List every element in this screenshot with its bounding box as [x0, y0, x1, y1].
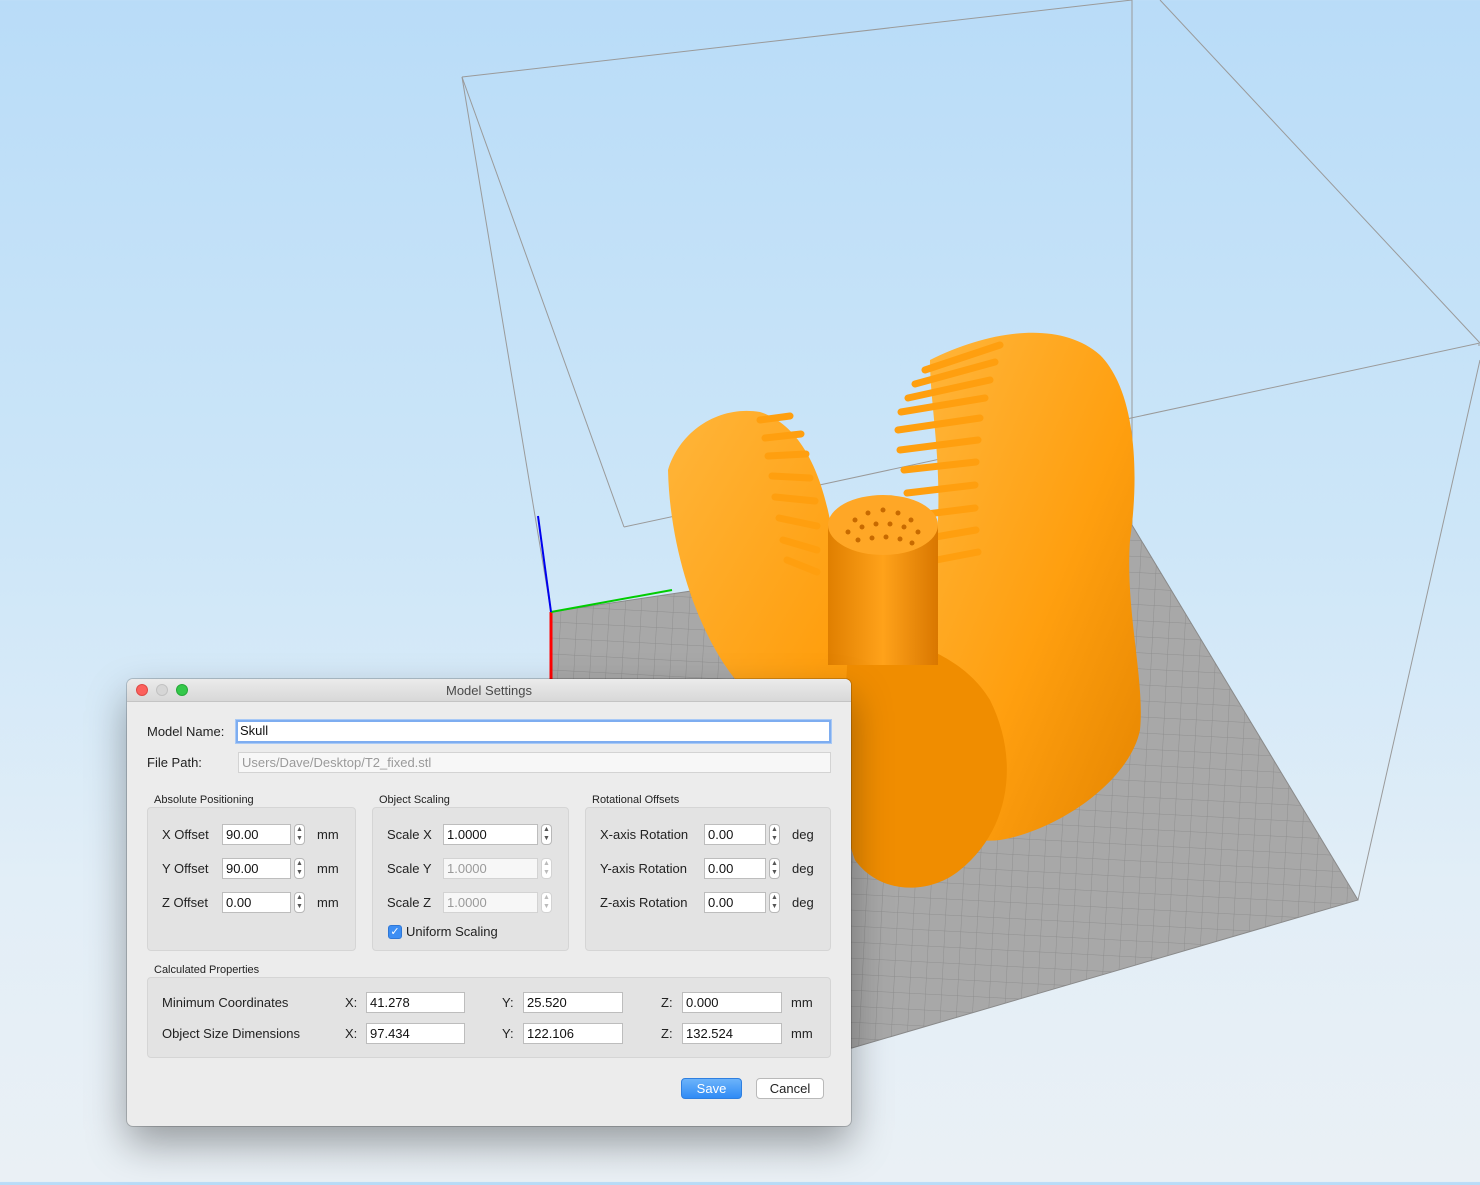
file-path-label: File Path: [147, 755, 202, 770]
calculated-properties-group: Minimum Coordinates X: 41.278 Y: 25.520 … [147, 977, 831, 1058]
x-rotation-input[interactable]: 0.00 [704, 824, 766, 845]
min-x-field: 41.278 [366, 992, 465, 1013]
scale-x-label: Scale X [387, 827, 432, 842]
y-offset-stepper[interactable]: ▲ ▼ [294, 858, 305, 879]
cancel-button[interactable]: Cancel [756, 1078, 824, 1099]
scale-z-label: Scale Z [387, 895, 432, 910]
scale-z-input: 1.0000 [443, 892, 538, 913]
x-offset-stepper[interactable]: ▲ ▼ [294, 824, 305, 845]
size-x-field: 97.434 [366, 1023, 465, 1044]
y-offset-unit: mm [317, 861, 339, 876]
calculated-properties-heading: Calculated Properties [154, 964, 260, 976]
rotational-offsets-heading: Rotational Offsets [592, 794, 680, 806]
scale-y-stepper: ▲ ▼ [541, 858, 552, 879]
rotational-offsets-group: X-axis Rotation 0.00 ▲ ▼ deg Y-axis Rotat… [585, 807, 831, 951]
min-coordinates-label: Minimum Coordinates [162, 995, 289, 1010]
object-scaling-group: Scale X 1.0000 ▲ ▼ Scale Y 1.0000 ▲ ▼ Scal… [372, 807, 569, 951]
uniform-scaling-label[interactable]: Uniform Scaling [406, 924, 498, 939]
min-z-label: Z: [661, 995, 673, 1010]
x-offset-unit: mm [317, 827, 339, 842]
size-y-field: 122.106 [523, 1023, 623, 1044]
model-name-input[interactable]: Skull [236, 720, 831, 743]
x-offset-label: X Offset [162, 827, 209, 842]
size-dimensions-label: Object Size Dimensions [162, 1026, 300, 1041]
min-x-label: X: [345, 995, 358, 1010]
scale-z-stepper: ▲ ▼ [541, 892, 552, 913]
size-z-label: Z: [661, 1026, 673, 1041]
object-scaling-heading: Object Scaling [379, 794, 450, 806]
scale-x-input[interactable]: 1.0000 [443, 824, 538, 845]
size-x-label: X: [345, 1026, 358, 1041]
size-z-field: 132.524 [682, 1023, 782, 1044]
z-rotation-unit: deg [792, 895, 814, 910]
min-y-label: Y: [502, 995, 514, 1010]
y-rotation-stepper[interactable]: ▲ ▼ [769, 858, 780, 879]
file-path-field: Users/Dave/Desktop/T2_fixed.stl [238, 752, 831, 773]
absolute-positioning-group: X Offset 90.00 ▲ ▼ mm Y Offset 90.00 ▲ ▼ m… [147, 807, 356, 951]
z-rotation-input[interactable]: 0.00 [704, 892, 766, 913]
z-offset-unit: mm [317, 895, 339, 910]
model-settings-dialog: Model Settings Model Name: Skull File Pa… [127, 679, 851, 1126]
y-rotation-input[interactable]: 0.00 [704, 858, 766, 879]
z-offset-label: Z Offset [162, 895, 208, 910]
absolute-positioning-heading: Absolute Positioning [154, 794, 254, 806]
scale-x-stepper[interactable]: ▲ ▼ [541, 824, 552, 845]
x-rotation-stepper[interactable]: ▲ ▼ [769, 824, 780, 845]
size-y-label: Y: [502, 1026, 514, 1041]
z-rotation-stepper[interactable]: ▲ ▼ [769, 892, 780, 913]
y-rotation-label: Y-axis Rotation [600, 861, 687, 876]
z-offset-stepper[interactable]: ▲ ▼ [294, 892, 305, 913]
y-offset-label: Y Offset [162, 861, 209, 876]
dialog-title: Model Settings [446, 683, 532, 698]
uniform-scaling-checkbox[interactable]: ✓ [388, 925, 402, 939]
save-button[interactable]: Save [681, 1078, 742, 1099]
x-rotation-label: X-axis Rotation [600, 827, 689, 842]
scale-y-label: Scale Y [387, 861, 432, 876]
y-offset-input[interactable]: 90.00 [222, 858, 291, 879]
model-name-label: Model Name: [147, 724, 225, 739]
z-offset-input[interactable]: 0.00 [222, 892, 291, 913]
min-unit: mm [791, 995, 813, 1010]
min-z-field: 0.000 [682, 992, 782, 1013]
y-rotation-unit: deg [792, 861, 814, 876]
size-unit: mm [791, 1026, 813, 1041]
x-rotation-unit: deg [792, 827, 814, 842]
x-offset-input[interactable]: 90.00 [222, 824, 291, 845]
z-rotation-label: Z-axis Rotation [600, 895, 688, 910]
scale-y-input: 1.0000 [443, 858, 538, 879]
min-y-field: 25.520 [523, 992, 623, 1013]
dialog-titlebar[interactable]: Model Settings [127, 679, 851, 702]
